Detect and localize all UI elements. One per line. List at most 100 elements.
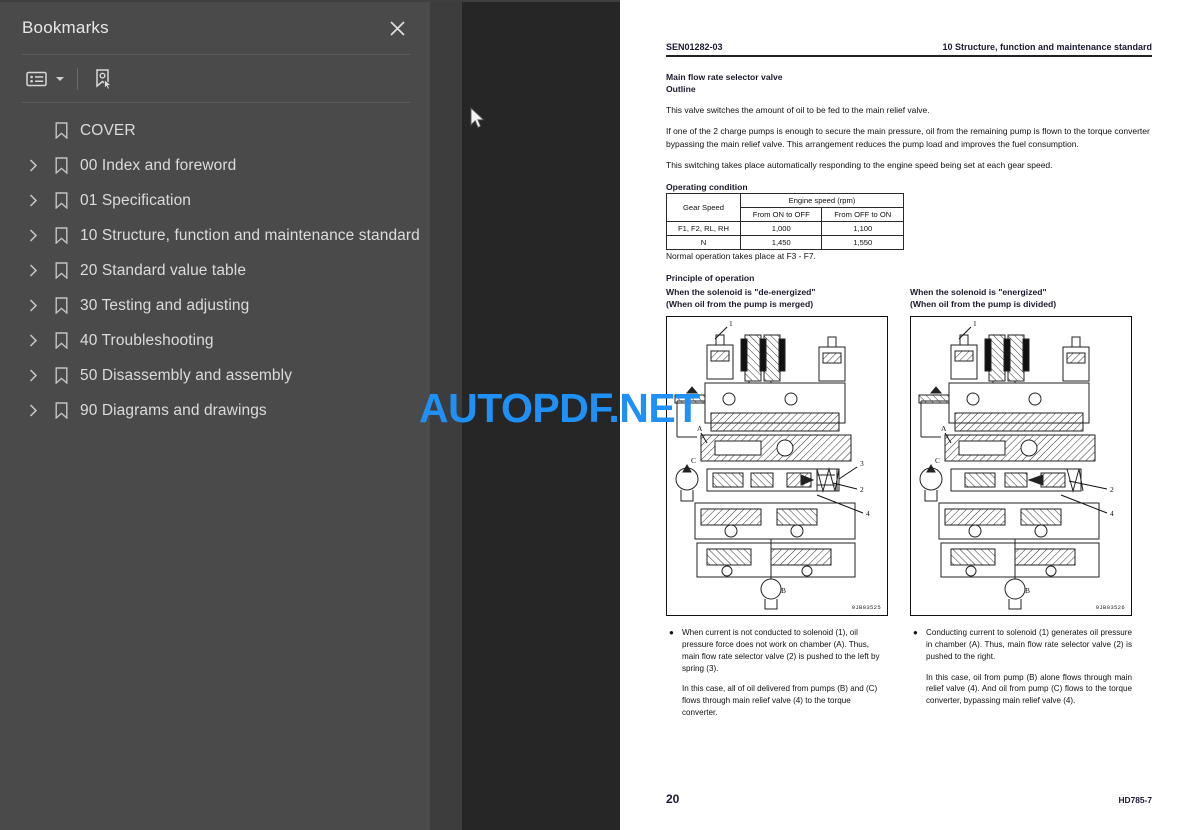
list-options-icon[interactable]: [26, 64, 48, 94]
table-header-row: Gear Speed Engine speed (rpm): [666, 192, 905, 222]
bookmark-label: 40 Troubleshooting: [80, 331, 214, 349]
bullet-paragraph-2: In this case, all of oil delivered from …: [682, 684, 878, 717]
table-header-on-to-off: From ON to OFF: [739, 206, 823, 222]
cell-gear: N: [666, 234, 741, 250]
document-number: SEN01282-03: [666, 42, 723, 52]
svg-text:4: 4: [1110, 509, 1114, 518]
svg-text:4: 4: [866, 509, 870, 518]
operating-condition-table: Gear Speed Engine speed (rpm) From ON to O…: [666, 192, 905, 250]
bookmark-label: COVER: [80, 121, 136, 139]
bookmark-item[interactable]: 50 Disassembly and assembly: [0, 358, 430, 393]
bullet-marker: ●: [913, 628, 918, 638]
bookmark-item[interactable]: 90 Diagrams and drawings: [0, 393, 430, 428]
cell-gear: F1, F2, RL, RH: [666, 220, 741, 236]
bookmark-item[interactable]: 20 Standard value table: [0, 253, 430, 288]
column-head-line1: When the solenoid is "de-energized": [666, 287, 816, 298]
cell-off-to-on: 1,100: [821, 220, 904, 236]
document-section: 10 Structure, function and maintenance s…: [942, 42, 1152, 52]
bookmark-item[interactable]: 40 Troubleshooting: [0, 323, 430, 358]
bullet-body-right: Conducting current to solenoid (1) gener…: [926, 627, 1132, 706]
bullet-paragraph-2: In this case, oil from pump (B) alone fl…: [926, 672, 1132, 706]
document-header: SEN01282-03 10 Structure, function and m…: [666, 42, 1152, 55]
model-identifier: HD785-7: [1118, 795, 1152, 805]
paragraph-2: If one of the 2 charge pumps is enough t…: [666, 126, 1150, 149]
bookmark-icon: [46, 297, 76, 314]
chevron-right-icon[interactable]: [20, 194, 46, 207]
paragraph-3: This switching takes place automatically…: [666, 159, 1053, 170]
svg-text:A: A: [697, 424, 703, 433]
svg-text:3: 3: [860, 459, 864, 468]
header-rule: [666, 55, 1152, 57]
bookmark-icon: [46, 192, 76, 209]
operating-condition-block: Operating condition Gear Speed Engine spe…: [666, 181, 1152, 261]
figure-id: 9JB03526: [1095, 604, 1125, 612]
chevron-right-icon[interactable]: [20, 159, 46, 172]
bookmark-icon: [46, 157, 76, 174]
bookmark-label: 10 Structure, function and maintenance s…: [80, 226, 420, 244]
chevron-down-icon[interactable]: [55, 64, 65, 94]
bookmark-label: 30 Testing and adjusting: [80, 296, 250, 314]
cell-off-to-on: 1,550: [821, 234, 904, 250]
svg-text:B: B: [781, 586, 786, 595]
cell-on-to-off: 1,450: [739, 234, 823, 250]
bookmark-item[interactable]: COVER: [0, 113, 430, 148]
chevron-right-icon[interactable]: [20, 299, 46, 312]
bookmark-label: 20 Standard value table: [80, 261, 247, 279]
column-energized: When the solenoid is "energized" (When o…: [910, 286, 1132, 719]
svg-text:C: C: [935, 456, 940, 465]
page-title: Main flow rate selector valve: [666, 72, 783, 82]
bookmarks-toolbar: [0, 55, 430, 102]
figure-id: 9JB03525: [851, 604, 881, 612]
bookmarks-panel-header: Bookmarks: [0, 2, 430, 54]
bookmark-item[interactable]: 01 Specification: [0, 183, 430, 218]
close-icon[interactable]: [384, 15, 410, 41]
bookmark-label: 90 Diagrams and drawings: [80, 401, 267, 419]
bullet-paragraph-1: Conducting current to solenoid (1) gener…: [926, 628, 1132, 661]
chevron-right-icon[interactable]: [20, 264, 46, 277]
column-head-line2: (When oil from the pump is divided): [910, 299, 1057, 310]
bookmark-label: 50 Disassembly and assembly: [80, 366, 293, 384]
bookmark-pointer-icon[interactable]: [92, 64, 114, 94]
bookmark-list[interactable]: COVER 00 Index and foreword 01 Specificati…: [0, 103, 430, 830]
table-row: N 1,450 1,550: [666, 234, 904, 250]
bookmark-item[interactable]: 00 Index and foreword: [0, 148, 430, 183]
svg-text:C: C: [691, 456, 696, 465]
bullet-block-right: ● Conducting current to solenoid (1) gen…: [910, 627, 1132, 706]
chevron-right-icon[interactable]: [20, 404, 46, 417]
bullet-body-left: When current is not conducted to solenoi…: [682, 627, 888, 718]
toolbar-divider: [77, 67, 78, 90]
bullet-marker: ●: [669, 628, 674, 638]
column-de-energized: When the solenoid is "de-energized" (Whe…: [666, 286, 888, 719]
chevron-right-icon[interactable]: [20, 369, 46, 382]
bookmark-item[interactable]: 10 Structure, function and maintenance s…: [0, 218, 430, 253]
svg-text:2: 2: [1110, 485, 1114, 494]
svg-text:A: A: [941, 424, 947, 433]
figure-de-energized: 1 A C 3 2 4 B 9JB03525: [666, 316, 888, 617]
pdf-viewer-window: Bookmarks COVER 00 Index and foreword 01…: [0, 0, 1200, 830]
bullet-block-left: ● When current is not conducted to solen…: [666, 627, 888, 718]
bullet-paragraph-1: When current is not conducted to solenoi…: [682, 628, 880, 673]
svg-text:1: 1: [973, 319, 977, 328]
bookmarks-sidebar: Bookmarks COVER 00 Index and foreword 01…: [0, 0, 430, 830]
table-header-engine-speed: Engine speed (rpm): [739, 192, 905, 208]
bookmark-icon: [46, 332, 76, 349]
chevron-right-icon[interactable]: [20, 334, 46, 347]
chevron-right-icon[interactable]: [20, 229, 46, 242]
bookmark-icon: [46, 262, 76, 279]
svg-text:1: 1: [729, 319, 733, 328]
bookmark-label: 01 Specification: [80, 191, 192, 209]
paragraph-1: This valve switches the amount of oil to…: [666, 105, 930, 116]
operating-condition-heading: Operating condition: [666, 181, 748, 192]
table-header-gear: Gear Speed: [666, 192, 741, 222]
document-page: SEN01282-03 10 Structure, function and m…: [620, 0, 1200, 830]
figure-energized: 1 A C 2 4 B 9JB03526: [910, 316, 1132, 617]
cell-on-to-off: 1,000: [739, 220, 823, 236]
panel-title: Bookmarks: [22, 18, 109, 37]
svg-text:B: B: [1025, 586, 1030, 595]
bookmark-icon: [46, 402, 76, 419]
column-head-line1: When the solenoid is "energized": [910, 287, 1047, 298]
bookmark-icon: [46, 227, 76, 244]
bookmark-item[interactable]: 30 Testing and adjusting: [0, 288, 430, 323]
document-footer: 20 HD785-7: [666, 792, 1152, 806]
page-number: 20: [666, 792, 680, 806]
